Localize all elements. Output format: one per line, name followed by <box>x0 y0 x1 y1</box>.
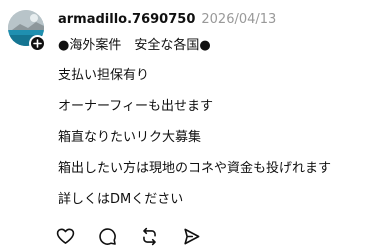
username[interactable]: armadillo.7690750 <box>58 12 195 27</box>
post: armadillo.7690750 2026/04/13 ●海外案件 安全な各国●… <box>0 0 371 251</box>
repost-icon <box>143 227 156 245</box>
repost-button[interactable] <box>140 226 182 246</box>
heart-icon <box>56 228 75 244</box>
post-text-line: 支払い担保有り <box>58 68 150 83</box>
post-header: armadillo.7690750 2026/04/13 <box>58 12 276 28</box>
post-first-line: ●海外案件 安全な各国● <box>58 38 211 53</box>
send-icon <box>184 228 200 244</box>
post-text-line: 詳しくはDMください <box>58 192 184 207</box>
post-text-line: 箱直なりたいリク大募集 <box>58 130 202 145</box>
share-button[interactable] <box>182 226 224 246</box>
action-bar <box>56 226 224 246</box>
like-button[interactable] <box>56 226 98 246</box>
timestamp[interactable]: 2026/04/13 <box>201 12 276 27</box>
post-text-line: オーナーフィーも出せます <box>58 99 213 114</box>
comment-icon <box>99 227 116 245</box>
post-text-line: 箱出したい方は現地のコネや資金も投げれます <box>58 161 332 176</box>
plus-icon <box>33 39 42 48</box>
follow-button[interactable] <box>29 35 46 52</box>
reply-button[interactable] <box>98 226 140 246</box>
